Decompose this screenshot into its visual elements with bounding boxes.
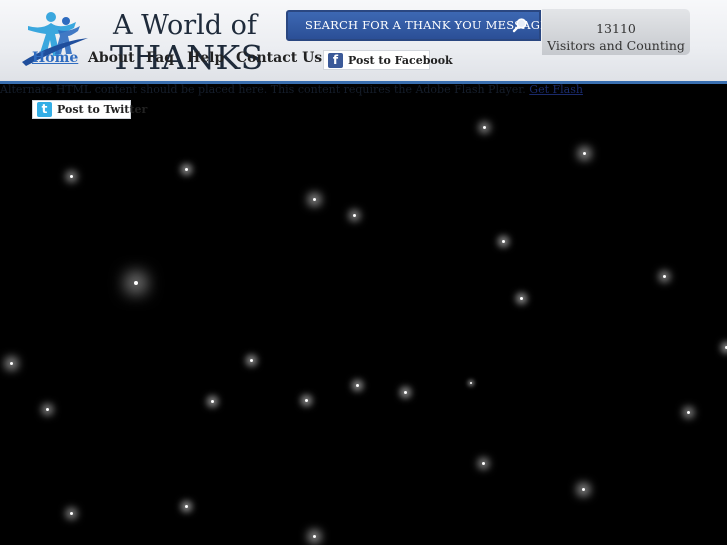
- logo-title-line1: A World of: [113, 10, 257, 41]
- star: [355, 383, 359, 387]
- star: [481, 461, 485, 465]
- star: [582, 151, 586, 155]
- facebook-icon: f: [328, 53, 343, 68]
- star: [662, 274, 666, 278]
- visitor-count-label: Visitors and Counting: [547, 38, 685, 53]
- nav-about[interactable]: About: [88, 50, 135, 66]
- star: [352, 213, 356, 217]
- star: [312, 534, 316, 538]
- magnifier-icon: [512, 18, 527, 33]
- star: [249, 358, 253, 362]
- star: [482, 125, 486, 129]
- star: [69, 174, 73, 178]
- star: [501, 239, 505, 243]
- nav-contact-us[interactable]: Contact Us: [236, 50, 322, 66]
- star: [210, 399, 214, 403]
- star: [686, 410, 690, 414]
- star: [519, 296, 523, 300]
- nav-help[interactable]: Help: [187, 50, 224, 66]
- post-to-facebook-button[interactable]: f Post to Facebook: [323, 50, 453, 70]
- post-to-facebook-label: Post to Facebook: [348, 54, 453, 67]
- search-thank-you-button[interactable]: SEARCH FOR A THANK YOU MESSAGE: [286, 10, 549, 41]
- star: [312, 197, 316, 201]
- visitor-counter: 13110 Visitors and Counting: [542, 9, 690, 55]
- nav-home[interactable]: Home: [32, 50, 78, 66]
- star: [45, 407, 49, 411]
- star: [69, 511, 73, 515]
- visitor-count: 13110: [596, 21, 636, 36]
- star: [304, 398, 308, 402]
- star: [581, 487, 585, 491]
- star: [470, 382, 472, 384]
- nav-faq[interactable]: Faq: [146, 50, 174, 66]
- star: [134, 281, 138, 285]
- header-bar: A World of THANKS Home About Faq Help Co…: [0, 0, 727, 84]
- starfield-flash-area: [0, 87, 727, 545]
- star: [184, 504, 188, 508]
- star: [403, 390, 407, 394]
- star: [9, 361, 13, 365]
- star: [184, 167, 188, 171]
